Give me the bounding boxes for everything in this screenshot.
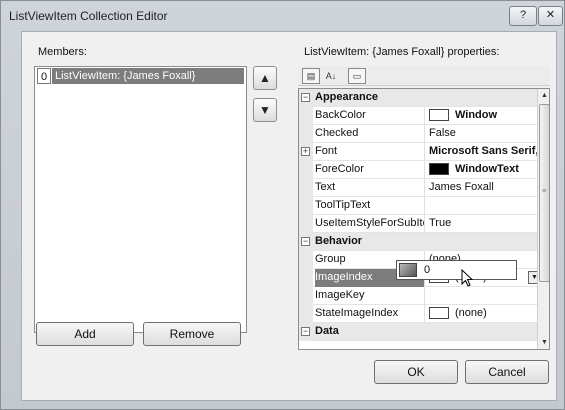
remove-button[interactable]: Remove bbox=[143, 322, 241, 346]
grid-scrollbar[interactable]: ▲ ≡ ▼ bbox=[537, 89, 549, 349]
scroll-thumb[interactable]: ≡ bbox=[539, 104, 549, 282]
ok-button[interactable]: OK bbox=[374, 360, 458, 384]
members-list[interactable]: 0 ListViewItem: {James Foxall} bbox=[34, 66, 247, 333]
category-row[interactable]: − Behavior bbox=[299, 233, 537, 251]
property-grid[interactable]: ▲ ≡ ▼ − Appearance BackColor Window Checked F… bbox=[298, 88, 550, 350]
image-index-dropdown-list[interactable]: 0 bbox=[396, 260, 517, 280]
category-row[interactable]: − Appearance bbox=[299, 89, 537, 107]
arrow-down-icon: ▼ bbox=[259, 103, 271, 117]
row-margin bbox=[299, 305, 313, 323]
category-label[interactable]: Appearance bbox=[315, 89, 535, 107]
grip-icon: ≡ bbox=[542, 188, 547, 195]
member-index: 0 bbox=[37, 68, 51, 84]
property-value-text: False bbox=[429, 127, 456, 139]
property-value-text: Microsoft Sans Serif, 8 bbox=[429, 145, 537, 157]
image-thumbnail-icon bbox=[399, 263, 417, 277]
dropdown-option[interactable]: 0 bbox=[424, 264, 430, 276]
color-swatch bbox=[429, 163, 449, 176]
row-margin bbox=[299, 251, 313, 269]
color-swatch bbox=[429, 109, 449, 122]
property-name[interactable]: Font bbox=[315, 143, 425, 161]
member-label: ListViewItem: {James Foxall} bbox=[52, 68, 244, 84]
property-name[interactable]: ToolTipText bbox=[315, 197, 425, 215]
categorized-icon[interactable]: ▤ bbox=[302, 68, 320, 84]
property-row[interactable]: Checked False bbox=[299, 125, 537, 143]
properties-label: ListViewItem: {James Foxall} properties: bbox=[304, 46, 500, 58]
property-row[interactable]: ImageKey bbox=[299, 287, 537, 305]
category-label[interactable]: Behavior bbox=[315, 233, 535, 251]
scroll-down-icon[interactable]: ▼ bbox=[538, 336, 549, 349]
property-row[interactable]: BackColor Window bbox=[299, 107, 537, 125]
row-margin bbox=[299, 269, 313, 287]
property-value[interactable]: Window bbox=[426, 107, 537, 125]
title-bar[interactable]: ListViewItem Collection Editor ? ✕ bbox=[1, 1, 564, 31]
members-label: Members: bbox=[38, 46, 87, 58]
property-value-text: Window bbox=[455, 109, 498, 121]
property-value[interactable]: Microsoft Sans Serif, 8 bbox=[426, 143, 537, 161]
property-value[interactable]: True bbox=[426, 215, 537, 233]
move-down-button[interactable]: ▼ bbox=[253, 98, 277, 122]
add-button[interactable]: Add bbox=[36, 322, 134, 346]
property-row[interactable]: UseItemStyleForSubItems True bbox=[299, 215, 537, 233]
property-grid-toolbar: ▤ A↓ ▭ bbox=[298, 66, 550, 86]
color-swatch bbox=[429, 307, 449, 320]
property-value-text: True bbox=[429, 217, 452, 229]
row-margin bbox=[299, 215, 313, 233]
property-name[interactable]: BackColor bbox=[315, 107, 425, 125]
row-margin bbox=[299, 197, 313, 215]
arrow-up-icon: ▲ bbox=[259, 71, 271, 85]
property-value-text: WindowText bbox=[455, 163, 519, 175]
collapse-icon[interactable]: − bbox=[301, 327, 310, 336]
property-value-text: James Foxall bbox=[429, 181, 494, 193]
property-value[interactable]: James Foxall bbox=[426, 179, 537, 197]
property-value[interactable] bbox=[426, 197, 537, 215]
property-name[interactable]: UseItemStyleForSubItems bbox=[315, 215, 425, 233]
property-row[interactable]: + Font Microsoft Sans Serif, 8 bbox=[299, 143, 537, 161]
row-margin bbox=[299, 161, 313, 179]
property-value-text: (none) bbox=[455, 307, 487, 319]
row-margin bbox=[299, 179, 313, 197]
category-label[interactable]: Data bbox=[315, 323, 535, 341]
property-name[interactable]: StateImageIndex bbox=[315, 305, 425, 323]
collection-editor-window: ListViewItem Collection Editor ? ✕ Membe… bbox=[0, 0, 565, 410]
row-margin bbox=[299, 287, 313, 305]
property-pages-icon[interactable]: ▭ bbox=[348, 68, 366, 84]
help-icon: ? bbox=[519, 9, 527, 21]
help-button[interactable]: ? bbox=[509, 6, 537, 26]
property-value[interactable]: False bbox=[426, 125, 537, 143]
collapse-icon[interactable]: − bbox=[301, 237, 310, 246]
expand-icon[interactable]: + bbox=[301, 147, 310, 156]
property-value[interactable]: WindowText bbox=[426, 161, 537, 179]
category-row[interactable]: − Data bbox=[299, 323, 537, 341]
property-name[interactable]: ForeColor bbox=[315, 161, 425, 179]
row-margin bbox=[299, 125, 313, 143]
property-name[interactable]: Checked bbox=[315, 125, 425, 143]
property-row[interactable]: ToolTipText bbox=[299, 197, 537, 215]
property-name[interactable]: Text bbox=[315, 179, 425, 197]
list-item[interactable]: 0 ListViewItem: {James Foxall} bbox=[36, 68, 244, 84]
close-button[interactable]: ✕ bbox=[538, 6, 563, 26]
mouse-pointer-icon bbox=[461, 269, 474, 287]
move-up-button[interactable]: ▲ bbox=[253, 66, 277, 90]
collapse-icon[interactable]: − bbox=[301, 93, 310, 102]
cancel-button[interactable]: Cancel bbox=[465, 360, 549, 384]
alphabetical-icon[interactable]: A↓ bbox=[322, 68, 340, 84]
dropdown-arrow-icon[interactable]: ▼ bbox=[528, 271, 537, 284]
close-icon: ✕ bbox=[545, 9, 556, 21]
property-row[interactable]: ForeColor WindowText bbox=[299, 161, 537, 179]
property-value[interactable]: (none) bbox=[426, 305, 537, 323]
dialog-client: Members: ListViewItem: {James Foxall} pr… bbox=[21, 31, 557, 401]
property-name[interactable]: ImageKey bbox=[315, 287, 425, 305]
row-margin bbox=[299, 107, 313, 125]
scroll-up-icon[interactable]: ▲ bbox=[538, 89, 549, 102]
property-row[interactable]: Text James Foxall bbox=[299, 179, 537, 197]
property-row[interactable]: StateImageIndex (none) bbox=[299, 305, 537, 323]
property-value[interactable] bbox=[426, 287, 537, 305]
window-title: ListViewItem Collection Editor bbox=[9, 9, 168, 23]
